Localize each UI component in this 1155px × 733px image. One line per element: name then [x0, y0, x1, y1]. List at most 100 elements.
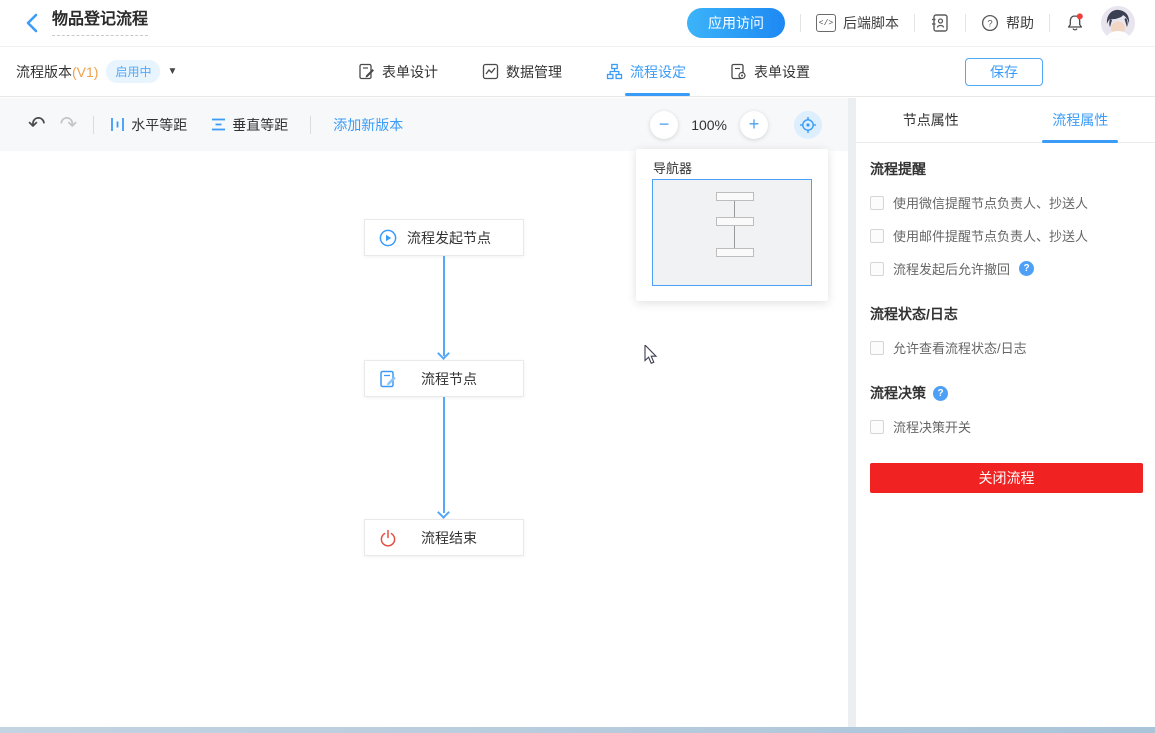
properties-body: 流程提醒 使用微信提醒节点负责人、抄送人 使用邮件提醒节点负责人、抄送人 流程发… [856, 143, 1155, 493]
node-label: 流程节点 [397, 369, 509, 389]
minimap-node [716, 217, 754, 226]
notification-bell-button[interactable] [1065, 12, 1086, 34]
checkbox-icon[interactable] [870, 341, 884, 355]
node-flow-step[interactable]: 流程节点 [364, 360, 524, 397]
tab-label: 数据管理 [506, 62, 562, 82]
arrowhead-icon [437, 506, 450, 519]
top-header: 物品登记流程 应用访问 </> 后端脚本 ? 帮助 [0, 0, 1155, 47]
vertical-spacing-label: 垂直等距 [232, 115, 288, 135]
crosshair-icon [799, 116, 817, 134]
redo-button[interactable]: ↷ [46, 114, 78, 135]
help-icon[interactable]: ? [933, 386, 948, 401]
version-label: 流程版本 [16, 62, 72, 82]
checkbox-label: 流程发起后允许撤回 [893, 259, 1010, 278]
tab-form-design[interactable]: 表单设计 [358, 47, 438, 96]
code-icon: </> [816, 14, 836, 32]
tab-form-settings[interactable]: 表单设置 [730, 47, 810, 96]
chevron-down-icon[interactable]: ▼ [167, 66, 177, 77]
canvas-toolbar: ↶ ↷ 水平等距 垂直等距 添加新版本 [0, 98, 848, 151]
form-design-icon [358, 63, 375, 80]
save-button[interactable]: 保存 [965, 58, 1043, 86]
backend-script-button[interactable]: </> 后端脚本 [816, 13, 899, 33]
zoom-in-button[interactable]: + [740, 111, 768, 139]
undo-button[interactable]: ↶ [28, 114, 46, 135]
properties-tabs: 节点属性 流程属性 [856, 98, 1155, 143]
form-settings-icon [730, 63, 747, 80]
tab-flow-settings[interactable]: 流程设定 [606, 47, 686, 96]
header-actions: 应用访问 </> 后端脚本 ? 帮助 [687, 6, 1135, 40]
divider [800, 14, 801, 32]
flow-settings-icon [606, 63, 623, 80]
checkbox-allow-withdraw[interactable]: 流程发起后允许撤回 ? [870, 259, 1143, 278]
checkbox-label: 使用邮件提醒节点负责人、抄送人 [893, 226, 1088, 245]
checkbox-allow-view-status[interactable]: 允许查看流程状态/日志 [870, 338, 1143, 357]
navigator-title: 导航器 [636, 149, 828, 177]
checkbox-wechat-remind[interactable]: 使用微信提醒节点负责人、抄送人 [870, 193, 1143, 212]
contacts-button[interactable] [930, 13, 950, 33]
version-selector[interactable]: 流程版本 (V1) 启用中 ▼ [16, 60, 177, 83]
zoom-level: 100% [691, 117, 727, 133]
status-badge: 启用中 [106, 60, 160, 83]
node-flow-start[interactable]: 流程发起节点 [364, 219, 524, 256]
mouse-cursor [644, 345, 659, 370]
checkbox-icon[interactable] [870, 262, 884, 276]
user-avatar[interactable] [1101, 6, 1135, 40]
flow-canvas[interactable]: ↶ ↷ 水平等距 垂直等距 添加新版本 [0, 98, 848, 727]
checkbox-icon[interactable] [870, 196, 884, 210]
checkbox-email-remind[interactable]: 使用邮件提醒节点负责人、抄送人 [870, 226, 1143, 245]
section-flow-reminder-title: 流程提醒 [870, 159, 1143, 179]
flow-connector [443, 256, 445, 356]
horizontal-spacing-button[interactable]: 水平等距 [110, 115, 187, 135]
horizontal-spacing-label: 水平等距 [131, 115, 187, 135]
redo-icon: ↷ [60, 114, 78, 135]
tab-label: 表单设计 [382, 62, 438, 82]
node-label: 流程发起节点 [397, 228, 509, 248]
page-title[interactable]: 物品登记流程 [52, 10, 148, 36]
checkbox-label: 使用微信提醒节点负责人、抄送人 [893, 193, 1088, 212]
tab-flow-properties[interactable]: 流程属性 [1006, 98, 1155, 142]
checkbox-icon[interactable] [870, 420, 884, 434]
node-flow-end[interactable]: 流程结束 [364, 519, 524, 556]
close-flow-button[interactable]: 关闭流程 [870, 463, 1143, 493]
checkbox-decision-switch[interactable]: 流程决策开关 [870, 417, 1143, 436]
version-tab-bar: 流程版本 (V1) 启用中 ▼ 表单设计 数据管理 [0, 47, 1155, 97]
help-button[interactable]: ? 帮助 [981, 13, 1034, 33]
main-tabs: 表单设计 数据管理 流程设定 表单设置 [358, 47, 810, 96]
divider [914, 14, 915, 32]
divider [93, 116, 94, 134]
back-icon[interactable] [26, 13, 38, 33]
checkbox-icon[interactable] [870, 229, 884, 243]
version-number: (V1) [72, 64, 98, 80]
section-flow-decision-title: 流程决策 ? [870, 383, 1143, 403]
undo-icon: ↶ [28, 114, 46, 135]
tab-node-properties[interactable]: 节点属性 [856, 98, 1006, 142]
tab-label: 流程设定 [630, 62, 686, 82]
flow-connector [443, 397, 445, 513]
vertical-spacing-button[interactable]: 垂直等距 [211, 115, 288, 135]
navigator-minimap[interactable] [652, 179, 812, 286]
vertical-spacing-icon [211, 117, 226, 132]
zoom-out-button[interactable]: − [650, 111, 678, 139]
divider [965, 14, 966, 32]
tab-data-management[interactable]: 数据管理 [482, 47, 562, 96]
backend-script-label: 后端脚本 [843, 13, 899, 33]
app-access-button[interactable]: 应用访问 [687, 8, 785, 38]
minimap-connector [734, 226, 735, 248]
svg-text:?: ? [987, 18, 992, 29]
minimap-node [716, 192, 754, 201]
add-version-link[interactable]: 添加新版本 [333, 115, 403, 135]
question-circle-icon: ? [981, 14, 999, 32]
bottom-scrollbar[interactable] [0, 727, 1155, 733]
checkbox-label: 流程决策开关 [893, 417, 971, 436]
content-area: ↶ ↷ 水平等距 垂直等距 添加新版本 [0, 98, 1155, 727]
locate-button[interactable] [794, 111, 822, 139]
zoom-controls: − 100% + [650, 111, 822, 139]
divider [1049, 14, 1050, 32]
notification-dot [1077, 13, 1083, 19]
bell-icon [1065, 12, 1086, 34]
form-edit-icon [379, 370, 397, 388]
help-icon[interactable]: ? [1019, 261, 1034, 276]
node-label: 流程结束 [397, 528, 509, 548]
navigator-panel: 导航器 [636, 149, 828, 301]
power-icon [379, 529, 397, 547]
